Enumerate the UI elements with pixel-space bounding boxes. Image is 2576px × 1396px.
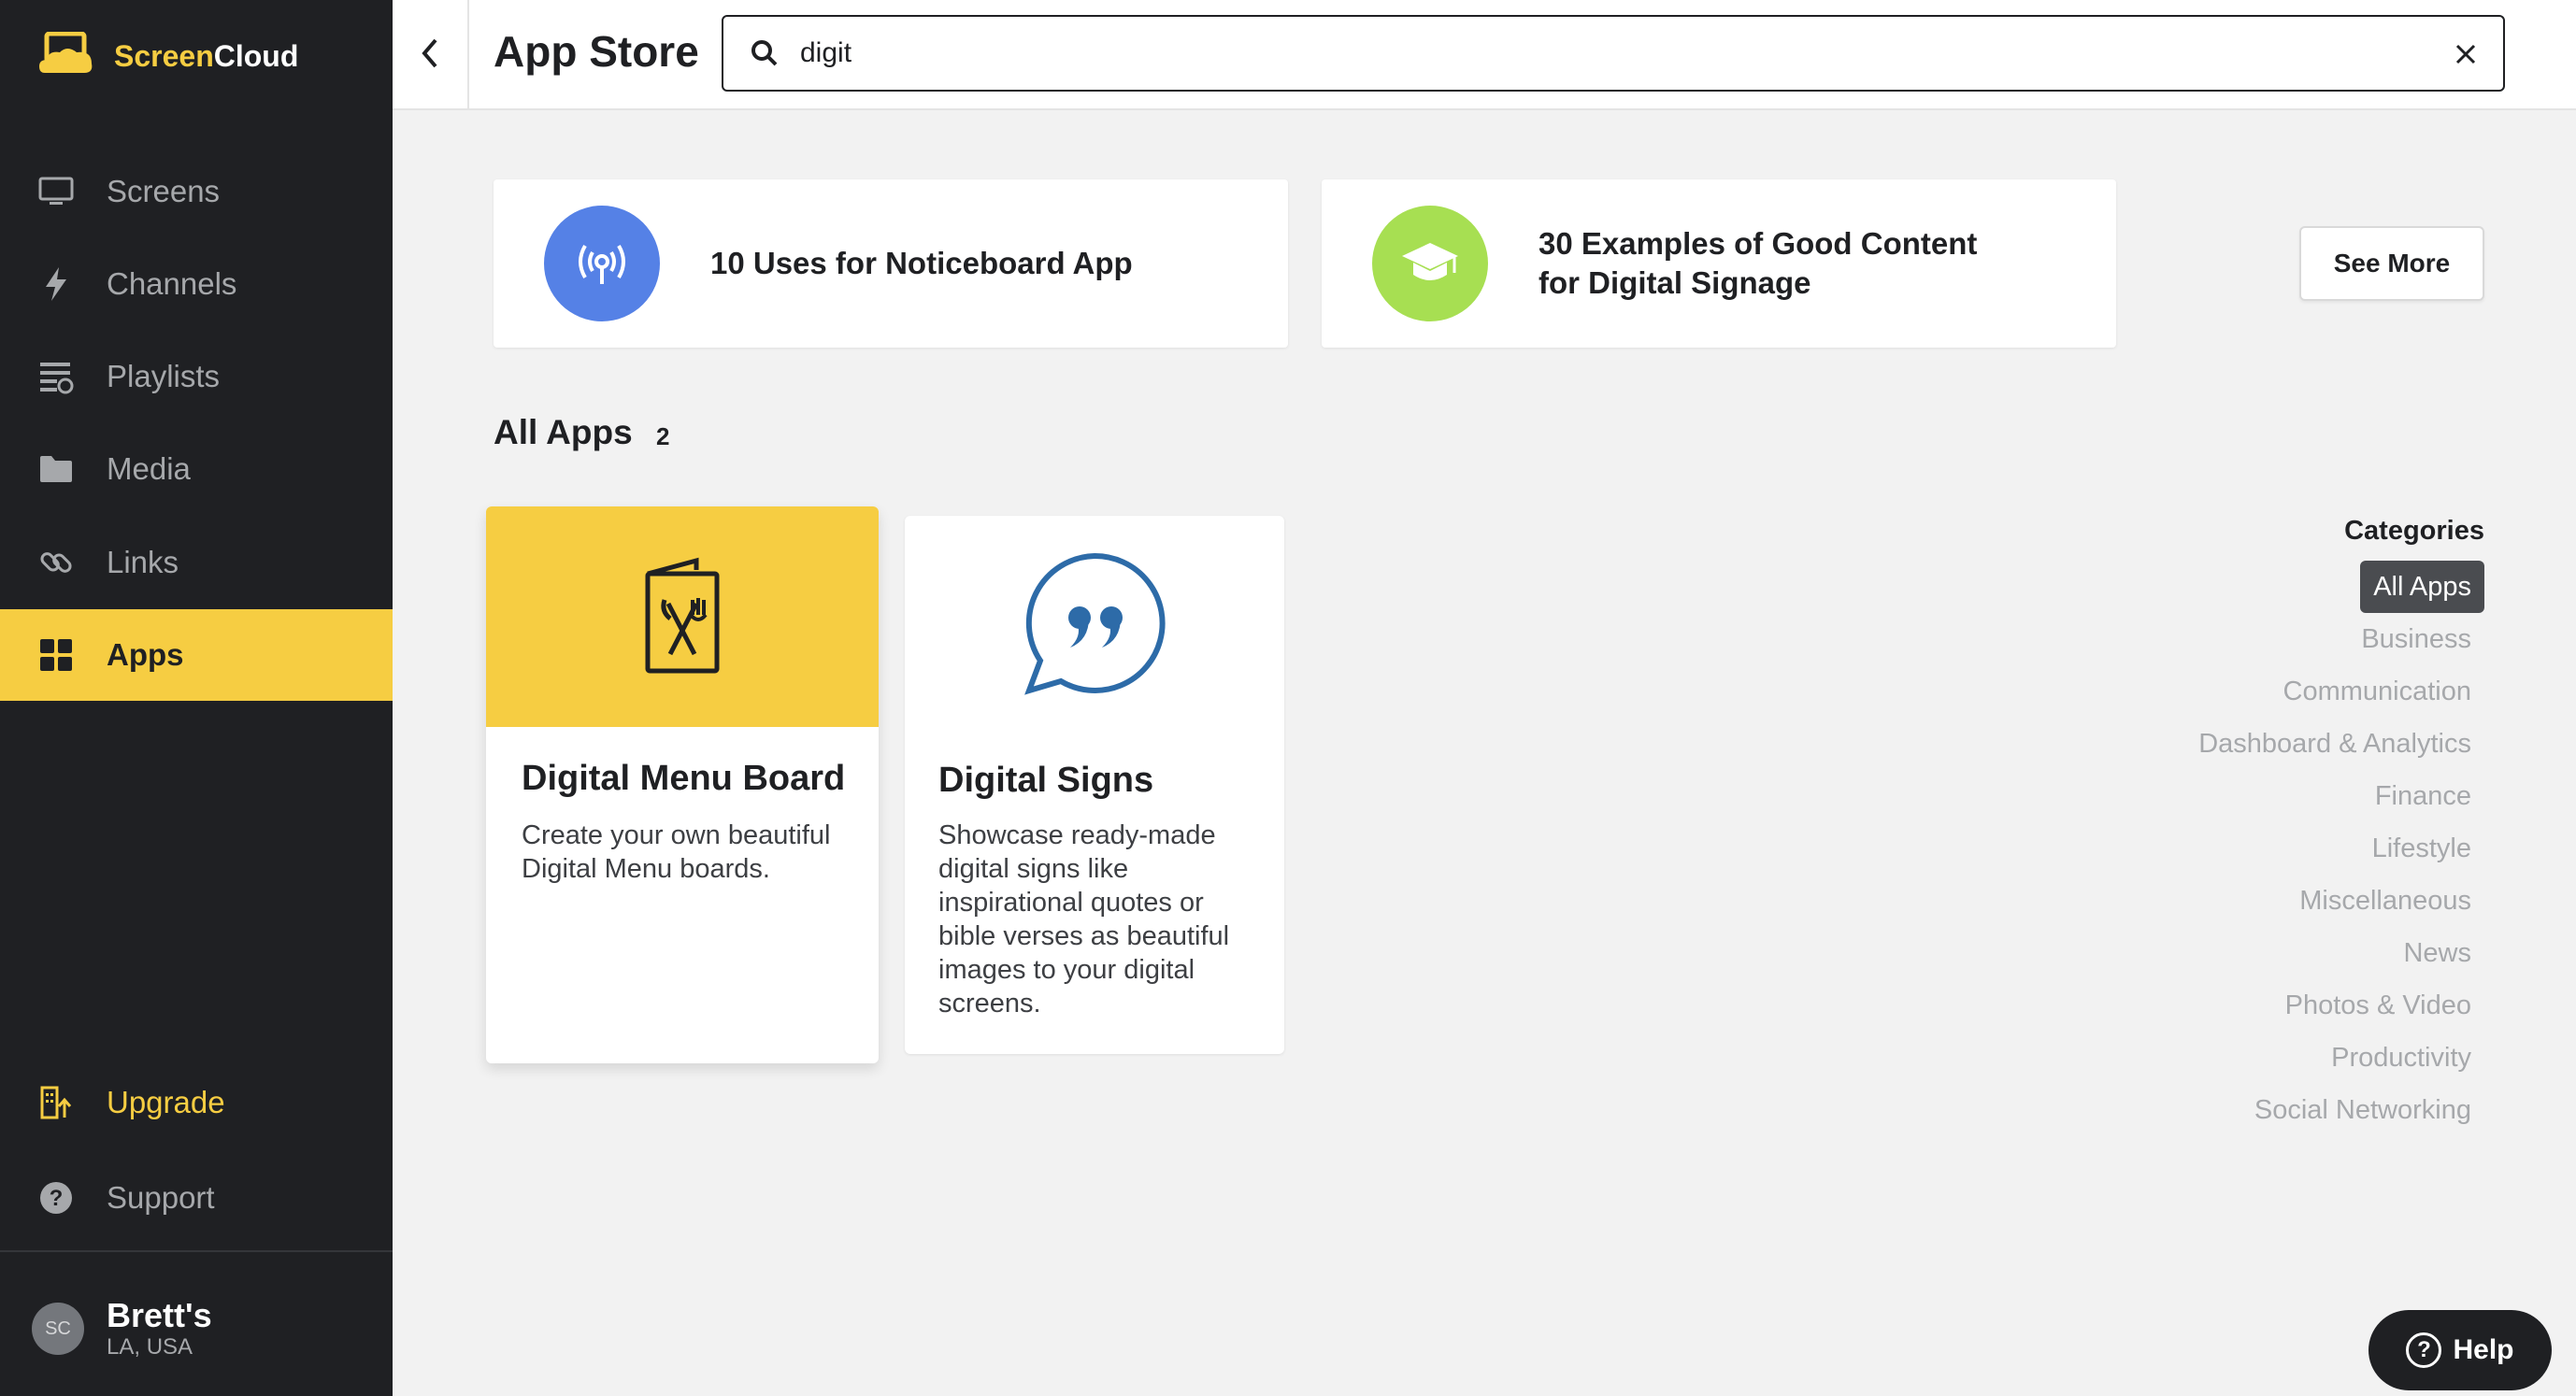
category-all-apps[interactable]: All Apps — [2041, 561, 2484, 613]
featured-title: 30 Examples of Good Content for Digital … — [1538, 224, 1977, 303]
sidebar-item-label: Channels — [107, 266, 237, 301]
category-social-networking[interactable]: Social Networking — [2041, 1084, 2471, 1136]
sidebar-item-support[interactable]: ? Support — [0, 1152, 393, 1244]
category-finance[interactable]: Finance — [2041, 770, 2471, 822]
category-productivity[interactable]: Productivity — [2041, 1032, 2471, 1084]
category-news[interactable]: News — [2041, 927, 2471, 979]
link-icon — [37, 544, 75, 581]
search-input[interactable] — [800, 37, 2389, 69]
building-upgrade-icon — [37, 1084, 75, 1121]
account-info: Brett's LA, USA — [107, 1297, 212, 1360]
sidebar-item-label: Links — [107, 545, 179, 579]
app-card-title: Digital Menu Board — [522, 759, 846, 798]
categories-list: All Apps Business Communication Dashboar… — [2041, 561, 2484, 1136]
app-count-badge: 2 — [656, 422, 670, 450]
close-icon[interactable] — [2449, 37, 2483, 71]
chevron-left-icon — [420, 37, 440, 74]
account-location: LA, USA — [107, 1334, 193, 1360]
featured-card-noticeboard[interactable]: 10 Uses for Noticeboard App — [494, 179, 1288, 348]
sidebar-item-label: Upgrade — [107, 1085, 225, 1119]
category-lifestyle[interactable]: Lifestyle — [2041, 822, 2471, 875]
see-more-button[interactable]: See More — [2299, 226, 2484, 301]
sidebar-divider — [0, 1250, 393, 1252]
category-dashboard-analytics[interactable]: Dashboard & Analytics — [2041, 718, 2471, 770]
logo-text: ScreenCloud — [114, 38, 299, 73]
sidebar-item-media[interactable]: Media — [0, 423, 393, 515]
categories-heading: Categories — [2344, 516, 2484, 546]
sidebar-item-label: Screens — [107, 174, 221, 208]
sidebar-item-playlists[interactable]: Playlists — [0, 331, 393, 422]
category-photos-video[interactable]: Photos & Video — [2041, 979, 2471, 1032]
quote-bubble-icon — [1020, 550, 1169, 701]
account-switcher[interactable]: SC Brett's LA, USA — [32, 1297, 212, 1360]
sidebar-item-label: Apps — [107, 637, 184, 672]
help-label: Help — [2453, 1334, 2514, 1365]
category-miscellaneous[interactable]: Miscellaneous — [2041, 875, 2471, 927]
category-communication[interactable]: Communication — [2041, 665, 2471, 718]
search-bar[interactable] — [722, 15, 2505, 92]
app-card-description: Create your own beautiful Digital Menu b… — [522, 820, 831, 884]
playlist-icon — [37, 358, 75, 395]
sidebar-item-label: Support — [107, 1180, 215, 1215]
all-apps-heading: All Apps — [494, 413, 633, 451]
app-card-digital-signs[interactable]: Digital Signs Showcase ready-made digita… — [905, 516, 1284, 1054]
apps-grid-icon — [37, 636, 75, 674]
sidebar: ScreenCloud Screens Channels Playlists M… — [0, 0, 393, 1396]
app-card-image — [486, 506, 879, 727]
sidebar-item-upgrade[interactable]: Upgrade — [0, 1057, 393, 1148]
page-title: App Store — [494, 27, 699, 76]
featured-title-line: for Digital Signage — [1538, 265, 1811, 300]
search-icon — [748, 36, 781, 70]
question-icon: ? — [37, 1179, 75, 1217]
question-icon: ? — [2406, 1332, 2442, 1368]
featured-title: 10 Uses for Noticeboard App — [710, 246, 1133, 280]
app-card-description: Showcase ready-made digital signs like i… — [938, 820, 1230, 1019]
category-business[interactable]: Business — [2041, 613, 2471, 665]
sidebar-item-label: Playlists — [107, 359, 221, 393]
sidebar-item-apps[interactable]: Apps — [0, 609, 393, 701]
app-card-title: Digital Signs — [938, 761, 1154, 800]
category-label: All Apps — [2360, 561, 2484, 613]
sidebar-item-screens[interactable]: Screens — [0, 146, 393, 237]
lightning-icon — [37, 265, 75, 303]
featured-card-good-content[interactable]: 30 Examples of Good Content for Digital … — [1322, 179, 2116, 348]
header: App Store — [393, 0, 2576, 110]
sidebar-item-channels[interactable]: Channels — [0, 238, 393, 330]
monitor-icon — [37, 173, 75, 210]
sidebar-item-label: Media — [107, 451, 191, 486]
app-card-image — [905, 516, 1284, 721]
avatar: SC — [32, 1303, 84, 1355]
folder-icon — [37, 450, 75, 488]
featured-title-line: 30 Examples of Good Content — [1538, 226, 1978, 261]
broadcast-icon — [544, 206, 660, 321]
sidebar-item-links[interactable]: Links — [0, 517, 393, 608]
menu-cutlery-icon — [640, 553, 724, 681]
svg-text:?: ? — [50, 1186, 64, 1211]
back-button[interactable] — [393, 0, 469, 110]
app-card-digital-menu-board[interactable]: Digital Menu Board Create your own beaut… — [486, 506, 879, 1063]
account-name: Brett's — [107, 1296, 212, 1334]
screencloud-logo-icon — [37, 31, 95, 80]
logo[interactable]: ScreenCloud — [37, 28, 298, 84]
graduation-cap-icon — [1372, 206, 1488, 321]
help-button[interactable]: ? Help — [2368, 1310, 2552, 1390]
